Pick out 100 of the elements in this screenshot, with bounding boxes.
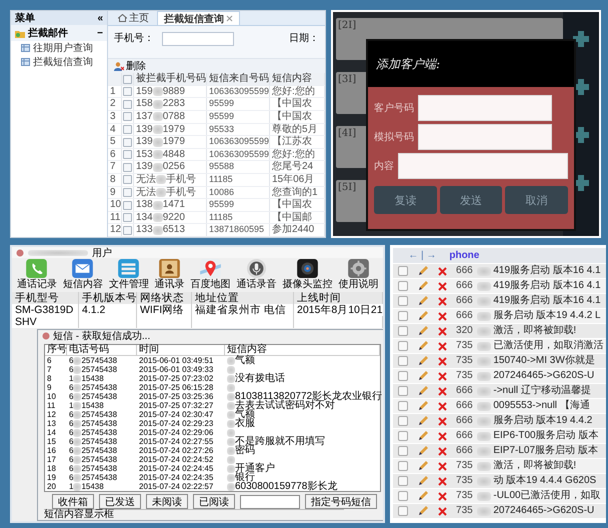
table-cell: 您查询的1 (270, 186, 325, 198)
dialog-button[interactable]: 已发送 (99, 494, 141, 509)
checkbox[interactable] (123, 74, 132, 84)
checkbox[interactable] (123, 200, 132, 210)
checkbox[interactable] (398, 401, 408, 411)
toolbar-button[interactable]: 文件管理 (108, 258, 149, 290)
checkbox[interactable] (398, 326, 408, 336)
checkbox[interactable] (398, 281, 408, 291)
checkbox[interactable] (398, 386, 408, 396)
checkbox[interactable] (123, 124, 132, 134)
dialog-button[interactable]: 未阅读 (146, 494, 188, 509)
pencil-icon (418, 356, 428, 366)
dialog-button[interactable]: 收件箱 (52, 494, 94, 509)
table-cell: -UL00已激活使用，如取 (493, 489, 601, 503)
menu-item[interactable]: 拦截短信查询 (11, 55, 107, 69)
redaction-blur (477, 416, 492, 426)
toolbar-button[interactable]: 摄像头监控 (282, 258, 332, 290)
table-cell: 1 (69, 374, 74, 383)
toggle-button[interactable]: − (97, 28, 103, 38)
checkbox[interactable] (398, 371, 408, 381)
table-cell: 手机号 (166, 186, 196, 198)
checkbox[interactable] (123, 162, 132, 172)
table-cell: 95533 (207, 124, 270, 136)
table-cell: 81038113820772影长龙农业银行 (235, 392, 382, 401)
dialog-title: 短信 - 获取短信成功... (53, 330, 150, 342)
checkbox[interactable] (398, 296, 408, 306)
table-cell-text: 2015-07-24 02:24:35 (138, 473, 214, 482)
checkbox[interactable] (398, 506, 408, 516)
table-cell-text: 666 (455, 279, 474, 293)
table-cell: 6 (69, 365, 74, 374)
redaction-blur (152, 87, 163, 96)
app-icon (16, 248, 24, 256)
collapse-button[interactable]: « (97, 12, 103, 24)
table-cell: 15438 (81, 374, 104, 383)
checkbox[interactable] (398, 461, 408, 471)
checkbox[interactable] (398, 341, 408, 351)
table-cell-text: 2015-07-24 02:29:23 (138, 419, 214, 428)
pencil-icon (418, 401, 428, 411)
menu-group[interactable]: 拦截邮件 − (11, 25, 107, 41)
checkbox[interactable] (123, 112, 132, 122)
table-cell: 气额 (235, 356, 255, 365)
dialog-button[interactable]: 指定号码短信 (305, 494, 377, 509)
delete-icon (438, 326, 447, 336)
checkbox[interactable] (398, 446, 408, 456)
tab[interactable]: 拦截短信查询 (157, 11, 240, 25)
table-cell: 手机号 (166, 174, 196, 186)
redaction-blur (477, 266, 492, 276)
checkbox[interactable] (398, 476, 408, 486)
table-cell: 25745438 (81, 464, 118, 473)
table-cell: 去表去试试密码对不对 (235, 401, 335, 410)
checkbox[interactable] (123, 213, 132, 222)
dialog-title: 添加客户端: (376, 56, 440, 72)
input-field[interactable] (162, 32, 234, 46)
redaction-blur (477, 326, 492, 336)
table-cell-text: 735 (455, 489, 474, 503)
table-cell-text: 2015-07-24 02:24:52 (138, 455, 214, 464)
toolbar-button[interactable]: 通话录音 (236, 258, 276, 290)
column-header: 时间 (137, 345, 225, 355)
checkbox[interactable] (398, 266, 408, 276)
toolbar-button[interactable]: 通讯录 (154, 258, 185, 290)
redaction-blur (477, 356, 492, 366)
menu-item[interactable]: 往期用户查询 (11, 41, 107, 55)
checkbox[interactable] (123, 138, 132, 147)
checkbox[interactable] (123, 87, 132, 96)
checkbox[interactable] (398, 311, 408, 321)
input-field[interactable] (240, 494, 300, 508)
checkbox[interactable] (398, 356, 408, 366)
table-cell: 134 (136, 212, 153, 224)
pencil-icon (418, 446, 428, 456)
toolbar-button[interactable]: 短信内容 (62, 258, 103, 290)
checkbox[interactable] (398, 431, 408, 441)
tab[interactable]: 主页 (112, 11, 155, 25)
delete-icon (438, 416, 447, 426)
dialog-button[interactable]: 发送 (440, 186, 502, 214)
checkbox[interactable] (398, 416, 408, 426)
table-cell: 6513 (162, 224, 185, 236)
group-label: 拦截邮件 (28, 26, 68, 40)
checkbox[interactable] (123, 150, 132, 160)
dialog-button[interactable]: 已阅读 (193, 494, 235, 509)
table-cell: 25745438 (81, 473, 118, 482)
checkbox[interactable] (123, 188, 132, 197)
checkbox[interactable] (123, 100, 132, 109)
redaction-blur (152, 100, 163, 109)
redaction-blur (152, 162, 163, 172)
card-label: [3I] (338, 74, 356, 85)
toolbar-button[interactable]: 通话记录 (16, 258, 57, 290)
pencil-icon (418, 491, 428, 501)
delete-button[interactable]: 删除 (112, 59, 148, 74)
checkbox[interactable] (123, 226, 132, 235)
table-cell: 207246465->G620S-U (493, 369, 594, 383)
toolbar-button[interactable]: 百度地图 (190, 258, 231, 290)
row-number: 12 (108, 224, 122, 236)
pencil-icon (418, 416, 428, 426)
toolbar-button[interactable]: 使用说明 (338, 258, 378, 290)
checkbox[interactable] (398, 491, 408, 501)
checkbox[interactable] (123, 175, 132, 184)
redaction-blur (152, 138, 163, 147)
dialog-button[interactable]: 复读 (374, 186, 437, 214)
row-number: 11 (108, 212, 122, 224)
dialog-button[interactable]: 取消 (505, 186, 568, 214)
